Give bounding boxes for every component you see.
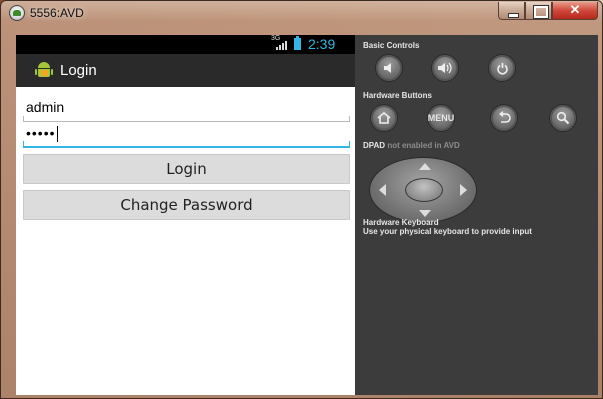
password-value: ••••• bbox=[26, 125, 56, 141]
minimize-button[interactable] bbox=[498, 2, 525, 20]
title-bar[interactable]: 5556:AVD ✕ bbox=[1, 1, 603, 25]
login-button[interactable]: Login bbox=[23, 154, 350, 184]
window-title: 5556:AVD bbox=[30, 6, 84, 20]
password-field[interactable]: ••••• bbox=[23, 120, 350, 148]
search-icon bbox=[556, 111, 570, 125]
maximize-button[interactable] bbox=[525, 2, 552, 20]
basic-controls-label: Basic Controls bbox=[363, 41, 420, 50]
text-cursor bbox=[56, 126, 58, 143]
android-app-icon bbox=[35, 62, 53, 79]
hardware-buttons-label: Hardware Buttons bbox=[363, 91, 432, 100]
dpad-center-button[interactable] bbox=[405, 178, 443, 202]
signal-icon: 3G bbox=[271, 35, 295, 52]
menu-button-label: MENU bbox=[427, 113, 455, 123]
dpad-note: not enabled in AVD bbox=[387, 141, 460, 150]
dpad-down-icon[interactable] bbox=[419, 210, 431, 217]
back-icon bbox=[498, 111, 511, 123]
power-icon bbox=[496, 62, 508, 74]
volume-up-button[interactable] bbox=[431, 54, 459, 82]
dpad-label-text: DPAD bbox=[363, 141, 386, 150]
hardware-keyboard-note: Use your physical keyboard to provide in… bbox=[363, 227, 532, 236]
window-controls: ✕ bbox=[498, 2, 598, 20]
emulator-controls-panel: Basic Controls Hardware Buttons MENU DPA… bbox=[355, 35, 598, 395]
back-button[interactable] bbox=[490, 104, 518, 132]
action-bar: Login bbox=[16, 54, 355, 87]
hardware-keyboard-label: Hardware Keyboard bbox=[363, 218, 439, 227]
home-icon bbox=[377, 111, 391, 124]
device-screen: 3G 2:39 Login admin ••••• Login Change P… bbox=[16, 35, 355, 395]
home-button[interactable] bbox=[370, 104, 398, 132]
app-title: Login bbox=[60, 62, 97, 79]
dpad-right-icon[interactable] bbox=[460, 184, 467, 196]
dpad-up-icon[interactable] bbox=[419, 163, 431, 170]
change-password-button[interactable]: Change Password bbox=[23, 190, 350, 220]
volume-up-icon bbox=[438, 62, 452, 74]
emulator-window: 5556:AVD ✕ 3G 2:39 Login admin ••••• Log… bbox=[0, 0, 603, 399]
volume-down-icon bbox=[384, 63, 391, 73]
status-bar: 3G 2:39 bbox=[16, 35, 355, 54]
battery-icon bbox=[294, 36, 301, 50]
search-button[interactable] bbox=[549, 104, 577, 132]
status-time: 2:39 bbox=[308, 36, 336, 52]
login-form: admin ••••• Login Change Password bbox=[16, 87, 355, 395]
dpad-label: DPAD not enabled in AVD bbox=[363, 141, 460, 150]
dpad-left-icon[interactable] bbox=[379, 184, 386, 196]
hardware-keyboard-info: Hardware Keyboard Use your physical keyb… bbox=[363, 218, 532, 236]
menu-button[interactable]: MENU bbox=[427, 104, 455, 132]
username-field[interactable]: admin bbox=[23, 94, 350, 122]
power-button[interactable] bbox=[488, 54, 516, 82]
volume-down-button[interactable] bbox=[375, 54, 403, 82]
username-value: admin bbox=[26, 99, 65, 115]
dpad[interactable] bbox=[369, 157, 479, 225]
android-emulator-icon bbox=[9, 5, 25, 21]
close-button[interactable]: ✕ bbox=[552, 2, 598, 20]
